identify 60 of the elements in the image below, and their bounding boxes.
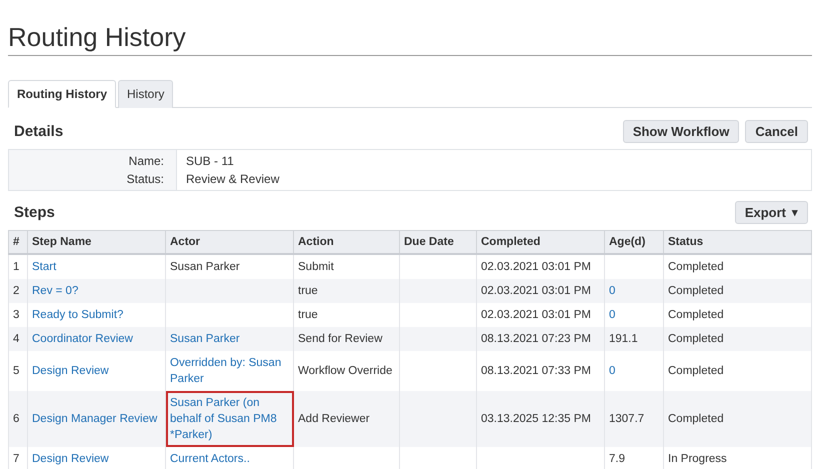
table-cell-text: Submit <box>298 260 335 275</box>
page-title: Routing History <box>8 22 187 53</box>
column-header: Due Date <box>400 230 476 254</box>
field-value: Review & Review <box>185 171 280 188</box>
table-cell-text: true <box>298 284 319 299</box>
table-cell-text: Completed <box>668 308 725 323</box>
tab[interactable]: Routing History <box>8 80 116 108</box>
section-heading: Steps <box>14 204 55 221</box>
column-header: Status <box>664 230 812 254</box>
table-link[interactable]: Start <box>32 259 161 275</box>
table-cell-text: 7.9 <box>609 452 626 467</box>
table-cell-text: 03.13.2025 12:35 PM <box>481 412 592 427</box>
table-cell-text: 02.03.2021 03:01 PM <box>481 284 592 299</box>
table-cell-text: Workflow Override <box>298 364 394 379</box>
table-cell-text: 08.13.2021 07:23 PM <box>481 332 592 347</box>
table-cell-text: 4 <box>13 332 20 347</box>
field-value: SUB - 11 <box>185 153 235 170</box>
table-link[interactable]: Design Review <box>32 363 161 379</box>
field-label: Name: <box>9 150 177 170</box>
table-cell-text: 2 <box>13 284 20 299</box>
table-cell-text: 3 <box>13 308 20 323</box>
export-button[interactable]: Export ▾ <box>734 201 808 224</box>
section-heading: Details <box>14 123 64 140</box>
table-link[interactable]: Susan Parker (on behalf of Susan PM8 *Parker) <box>170 395 289 443</box>
table-link[interactable]: 0 <box>609 307 659 323</box>
table-link[interactable]: 0 <box>609 363 659 379</box>
field-label: Status: <box>9 170 177 190</box>
table-cell-text: 1 <box>13 260 20 275</box>
table-link[interactable]: Ready to Submit? <box>32 307 161 323</box>
column-header: Action <box>294 230 400 254</box>
table-cell-text: 6 <box>13 412 20 427</box>
column-header: Actor <box>166 230 294 254</box>
table-link[interactable]: Design Review <box>32 451 161 467</box>
table-cell-text: Completed <box>668 284 725 299</box>
table-cell-text: Susan Parker <box>170 260 241 275</box>
table-cell-text: 08.13.2021 07:33 PM <box>481 364 592 379</box>
table-cell-text: Completed <box>668 364 725 379</box>
caret-icon: ▾ <box>792 206 798 219</box>
tab[interactable]: History <box>118 80 174 108</box>
table-link[interactable]: Overridden by: Susan Parker <box>170 355 289 387</box>
column-header: Step Name <box>28 230 166 254</box>
table-link[interactable]: Current Actors.. <box>170 451 289 467</box>
table-cell-text: 191.1 <box>609 332 639 347</box>
table-cell-text: Completed <box>668 260 725 275</box>
table-cell-text: 02.03.2021 03:01 PM <box>481 308 592 323</box>
action-button[interactable]: Show Workflow <box>622 120 740 143</box>
table-cell-text: true <box>298 308 319 323</box>
column-header: Completed <box>476 230 604 254</box>
table-cell-text: Send for Review <box>298 332 384 347</box>
table-cell-text: 1307.7 <box>609 412 646 427</box>
table-cell-text: 5 <box>13 364 20 379</box>
table-cell-text: In Progress <box>668 452 728 467</box>
column-header: # <box>8 230 28 254</box>
action-button[interactable]: Cancel <box>745 120 808 143</box>
table-cell-text: Add Reviewer <box>298 412 371 427</box>
column-header: Age(d) <box>604 230 664 254</box>
table-cell-text: Completed <box>668 412 725 427</box>
table-cell-text: Completed <box>668 332 725 347</box>
table-cell-text: 02.03.2021 03:01 PM <box>481 260 592 275</box>
table-cell-text: 7 <box>13 452 20 467</box>
